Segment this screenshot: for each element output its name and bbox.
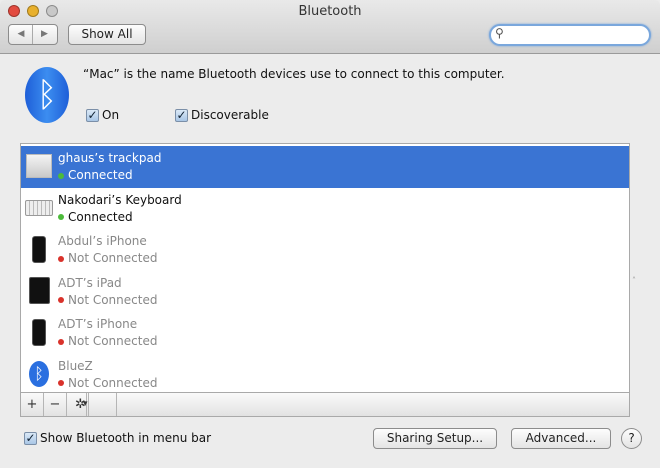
device-row[interactable]: ghaus’s trackpad Connected [21, 146, 629, 188]
status-dot-icon [58, 255, 64, 262]
show-in-menu-bar-box[interactable]: ✓ [24, 432, 37, 445]
window-title: Bluetooth [298, 4, 362, 19]
device-status-text: Not Connected [68, 375, 158, 390]
on-checkbox-box[interactable]: ✓ [86, 109, 99, 122]
device-status: Connected [58, 210, 133, 224]
status-dot-icon [58, 338, 64, 345]
device-name: ghaus’s trackpad [58, 151, 162, 165]
trackpad-icon [25, 152, 53, 180]
chevron-down-icon: ▾ [83, 393, 89, 416]
show-in-menu-bar-label: Show Bluetooth in menu bar [40, 431, 212, 445]
discoverable-checkbox-box[interactable]: ✓ [175, 109, 188, 122]
show-in-menu-bar-checkbox[interactable]: ✓ Show Bluetooth in menu bar [24, 431, 211, 445]
device-status: Not Connected [58, 334, 157, 348]
ipad-icon [25, 277, 53, 305]
device-name: Nakodari’s Keyboard [58, 192, 182, 207]
add-device-button[interactable]: + [21, 393, 44, 416]
iphone-icon [25, 318, 53, 346]
keyboard-icon [25, 194, 53, 222]
forward-button[interactable]: ▶ [33, 25, 56, 44]
device-row[interactable]: ADT’s iPad Not Connected [21, 271, 629, 313]
back-forward-control[interactable]: ◀ ▶ [8, 24, 58, 45]
title-bar: Bluetooth ◀ ▶ Show All ⚲ [0, 0, 660, 54]
advanced-button[interactable]: Advanced... [511, 428, 611, 449]
device-status-text: Not Connected [68, 292, 158, 307]
search-field[interactable]: ⚲ [489, 24, 651, 46]
device-status-text: Connected [68, 168, 133, 182]
list-toolbar: + − ✲ ▾ [20, 392, 630, 417]
on-label: On [102, 108, 120, 122]
iphone-icon [25, 235, 53, 263]
scroll-indicator: ˄ [632, 276, 636, 285]
device-name: BlueZ [58, 358, 93, 373]
status-dot-icon [58, 172, 64, 179]
device-status-text: Not Connected [68, 251, 158, 265]
device-row[interactable]: Nakodari’s Keyboard Connected [21, 188, 629, 230]
device-name: ADT’s iPhone [58, 317, 138, 331]
bluetooth-logo-icon: ᛒ [25, 67, 69, 123]
device-name: Abdul’s iPhone [58, 234, 147, 248]
device-status-text: Not Connected [68, 334, 158, 348]
device-status: Not Connected [58, 293, 157, 307]
on-checkbox[interactable]: ✓ On [86, 108, 119, 122]
discoverable-checkbox[interactable]: ✓ Discoverable [175, 108, 269, 122]
help-button[interactable]: ? [621, 428, 642, 449]
device-name: ADT’s iPad [58, 275, 122, 290]
search-icon: ⚲ [495, 26, 504, 40]
device-row[interactable]: ᛒ BlueZ Not Connected [21, 354, 629, 393]
discoverable-label: Discoverable [191, 108, 269, 122]
device-row[interactable]: Abdul’s iPhone Not Connected [21, 229, 629, 271]
remove-device-button[interactable]: − [44, 393, 67, 416]
status-dot-icon [58, 297, 64, 303]
device-status: Not Connected [58, 251, 157, 265]
status-dot-icon [58, 380, 64, 386]
sharing-setup-button[interactable]: Sharing Setup... [373, 428, 497, 449]
device-row[interactable]: ADT’s iPhone Not Connected [21, 312, 629, 354]
bluetooth-description: “Mac” is the name Bluetooth devices use … [83, 67, 505, 81]
device-status: Not Connected [58, 376, 157, 390]
show-all-button[interactable]: Show All [68, 24, 146, 45]
device-status-text: Connected [68, 209, 133, 224]
device-status: Connected [58, 168, 133, 182]
status-dot-icon [58, 214, 64, 220]
device-list[interactable]: ghaus’s trackpad Connected Nakodari’s Keyb… [20, 143, 630, 393]
back-button[interactable]: ◀ [10, 25, 33, 44]
search-input[interactable] [509, 27, 645, 43]
bluetooth-icon: ᛒ [25, 360, 53, 388]
gear-menu-button[interactable]: ✲ ▾ [67, 393, 117, 416]
